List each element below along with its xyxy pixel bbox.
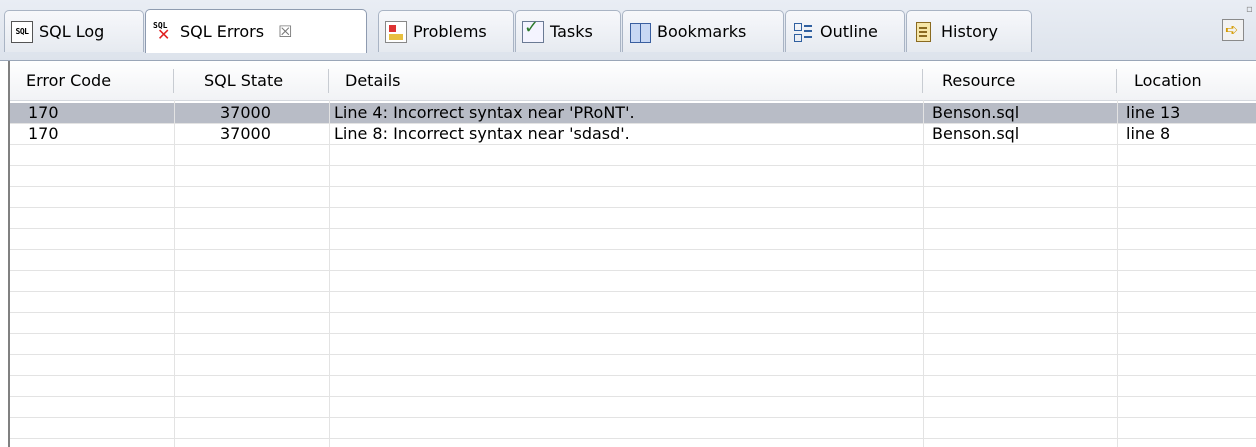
restore-view-icon[interactable]: ➪ [1222,19,1244,41]
empty-row [10,271,1256,292]
tab-label: Problems [413,22,487,41]
tab-history[interactable]: History [906,10,1032,52]
sql-errors-icon: SQL ✕ [153,20,171,44]
empty-row [10,313,1256,334]
column-header-location[interactable]: Location [1117,61,1256,100]
bookmarks-icon [629,21,651,43]
table-row[interactable]: 170 37000 Line 8: Incorrect syntax near … [10,124,1256,145]
tab-label: Outline [820,22,878,41]
tab-tasks[interactable]: ✓ Tasks [515,10,621,52]
tab-label: SQL Log [39,22,105,41]
error-code-cell: 170 [28,103,59,122]
tab-label: Tasks [550,22,593,41]
view-tab-bar: SQL SQL Log SQL ✕ SQL Errors ☒ Problems ✓… [0,0,1256,61]
column-header-error-code[interactable]: Error Code [10,61,174,100]
empty-row [10,376,1256,397]
column-divider [329,100,330,447]
resource-cell: Benson.sql [932,124,1020,143]
details-cell: Line 4: Incorrect syntax near 'PRoNT'. [334,103,635,122]
sql-errors-table: Error Code SQL State Details Resource Lo… [8,61,1256,447]
view-menu-icon[interactable]: ▫ [1246,4,1253,15]
tab-sql-log[interactable]: SQL SQL Log [4,10,144,52]
column-header-sql-state[interactable]: SQL State [174,61,329,100]
table-header: Error Code SQL State Details Resource Lo… [10,61,1256,101]
empty-row [10,166,1256,187]
location-cell: line 13 [1126,103,1181,122]
empty-row [10,334,1256,355]
empty-row [10,229,1256,250]
tab-bookmarks[interactable]: Bookmarks [622,10,784,52]
column-header-resource[interactable]: Resource [923,61,1117,100]
empty-row [10,418,1256,439]
column-header-details[interactable]: Details [329,61,923,100]
problems-icon [385,20,407,43]
tab-label: Bookmarks [657,22,747,41]
empty-row [10,292,1256,313]
sql-state-cell: 37000 [220,124,271,143]
tab-label: History [941,22,998,41]
tab-sql-errors[interactable]: SQL ✕ SQL Errors ☒ [145,9,367,53]
column-divider [923,100,924,447]
tab-outline[interactable]: Outline [785,10,905,52]
empty-row [10,250,1256,271]
history-icon [913,21,935,43]
empty-row [10,187,1256,208]
outline-icon [792,21,814,43]
resource-cell: Benson.sql [932,103,1020,122]
empty-row [10,397,1256,418]
empty-row [10,145,1256,166]
tab-problems[interactable]: Problems [378,10,514,52]
table-row[interactable]: 170 37000 Line 4: Incorrect syntax near … [10,103,1256,124]
tab-label: SQL Errors [180,22,265,41]
sql-log-icon: SQL [11,20,33,43]
error-code-cell: 170 [28,124,59,143]
column-divider [174,100,175,447]
close-tab-icon[interactable]: ☒ [278,22,292,41]
location-cell: line 8 [1126,124,1171,143]
empty-row [10,355,1256,376]
tasks-icon: ✓ [522,17,544,43]
details-cell: Line 8: Incorrect syntax near 'sdasd'. [334,124,630,143]
sql-state-cell: 37000 [220,103,271,122]
empty-row [10,208,1256,229]
column-divider [1117,100,1118,447]
